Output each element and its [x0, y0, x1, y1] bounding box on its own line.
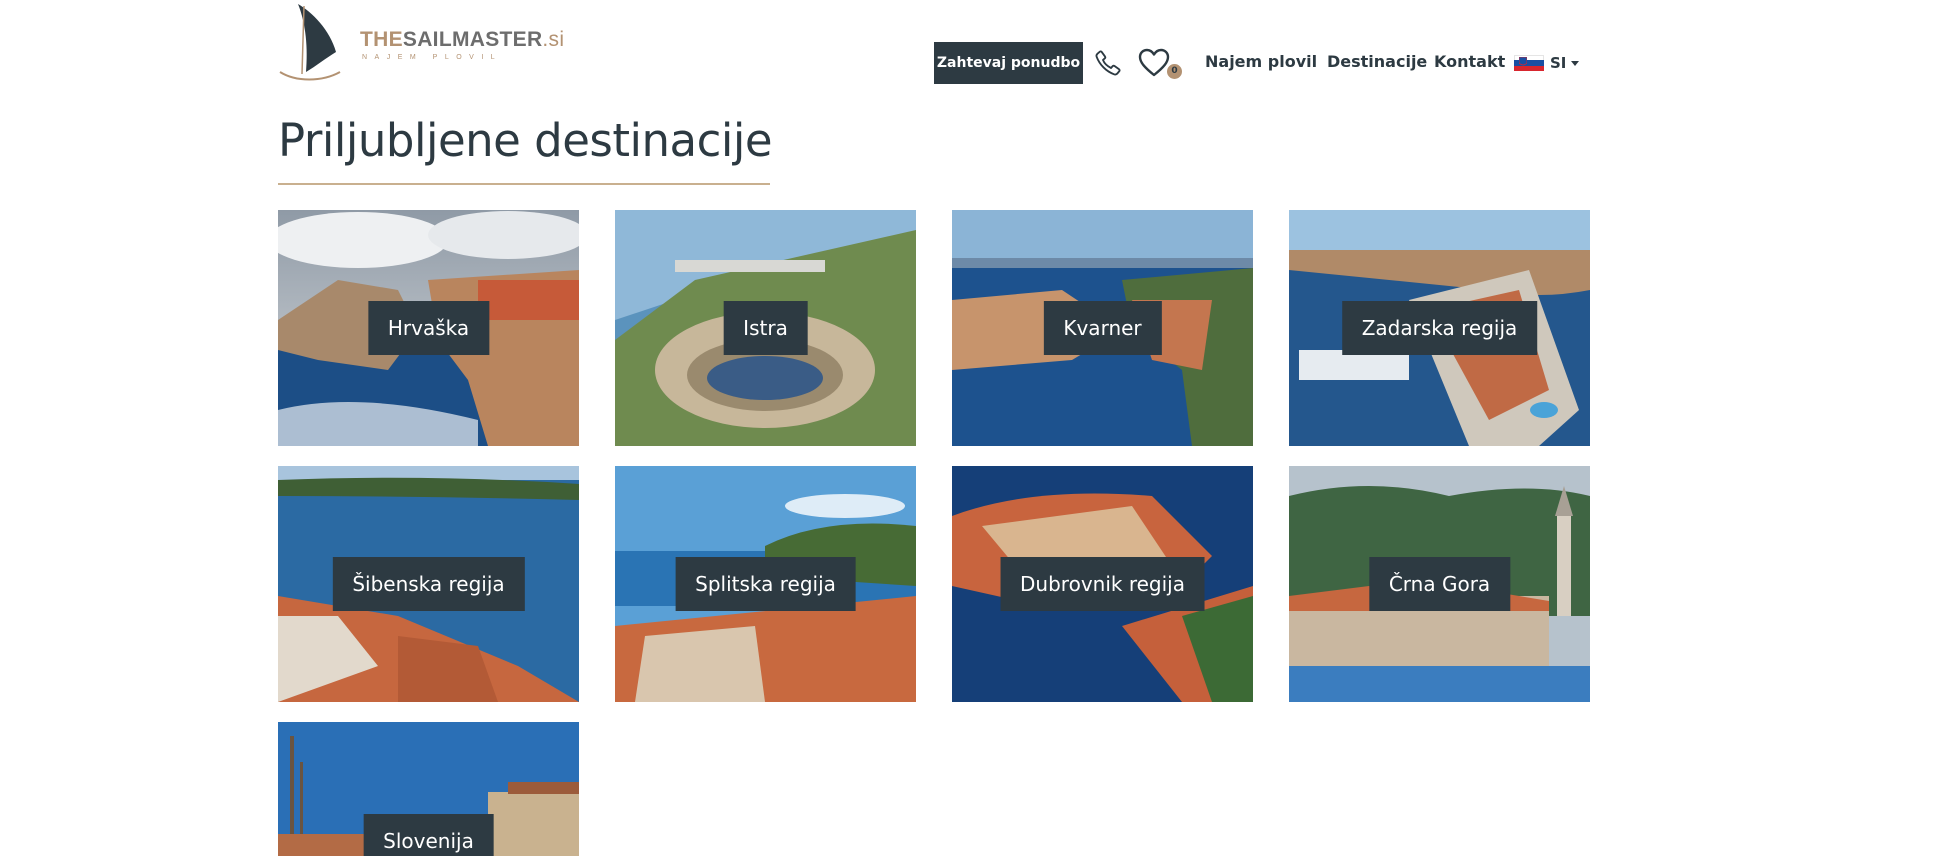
destination-label: Zadarska regija	[1341, 301, 1538, 355]
nav-link-boat-rental[interactable]: Najem plovil	[1205, 52, 1317, 71]
destination-card-sibenska-regija[interactable]: Šibenska regija	[278, 466, 579, 702]
destination-label: Hrvaška	[367, 301, 490, 355]
destination-label: Slovenija	[363, 814, 494, 856]
destination-card-splitska-regija[interactable]: Splitska regija	[615, 466, 916, 702]
destination-label: Istra	[723, 301, 808, 355]
destination-card-hrvaska[interactable]: Hrvaška	[278, 210, 579, 446]
main-nav: Zahtevaj ponudbo 0 Najem plovil Destinac…	[0, 42, 1954, 84]
request-offer-button[interactable]: Zahtevaj ponudbo	[934, 42, 1083, 84]
phone-icon[interactable]	[1094, 49, 1122, 77]
destination-label: Črna Gora	[1368, 557, 1511, 611]
nav-link-destinations[interactable]: Destinacije	[1327, 52, 1427, 71]
destination-label: Šibenska regija	[332, 557, 525, 611]
language-code: SI	[1550, 54, 1567, 72]
favorites-count-badge: 0	[1167, 64, 1182, 79]
title-underline	[278, 183, 770, 185]
destination-card-dubrovnik-regija[interactable]: Dubrovnik regija	[952, 466, 1253, 702]
destination-card-zadarska-regija[interactable]: Zadarska regija	[1289, 210, 1590, 446]
destination-label: Dubrovnik regija	[1000, 557, 1205, 611]
chevron-down-icon	[1571, 60, 1580, 66]
heart-icon[interactable]	[1138, 48, 1170, 78]
page-title: Priljubljene destinacije	[278, 114, 773, 167]
destination-card-kvarner[interactable]: Kvarner	[952, 210, 1253, 446]
destination-card-crna-gora[interactable]: Črna Gora	[1289, 466, 1590, 702]
destination-card-istra[interactable]: Istra	[615, 210, 916, 446]
destination-card-slovenija[interactable]: Slovenija	[278, 722, 579, 856]
nav-link-contact[interactable]: Kontakt	[1434, 52, 1505, 71]
slovenia-flag-icon	[1514, 55, 1544, 71]
destination-label: Splitska regija	[675, 557, 856, 611]
destination-label: Kvarner	[1043, 301, 1162, 355]
language-selector[interactable]: SI	[1514, 51, 1580, 75]
